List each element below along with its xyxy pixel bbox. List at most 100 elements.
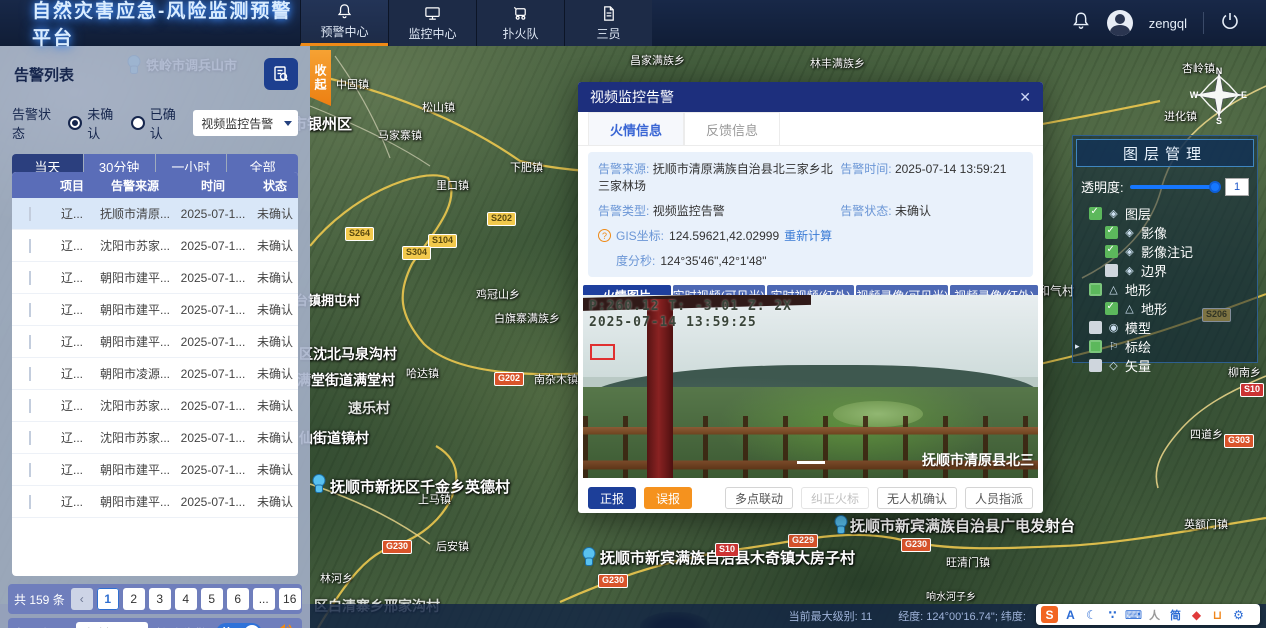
slider-knob[interactable] — [1209, 181, 1221, 193]
radio-unconfirmed-label[interactable]: 未确认 — [87, 104, 125, 142]
prev-page-button[interactable]: ‹ — [71, 588, 93, 610]
layer-node-tuceng[interactable]: ◈ 图层 — [1073, 204, 1257, 223]
punctuation-icon[interactable]: ∵ — [1104, 606, 1121, 623]
notification-bell-button[interactable] — [1071, 11, 1091, 36]
tab-fire-info[interactable]: 火情信息 — [588, 112, 684, 145]
checkbox-indeterminate[interactable] — [1089, 340, 1102, 353]
table-row[interactable]: 辽... 沈阳市苏家... 2025-07-1... 未确认 — [12, 230, 298, 262]
assign-personnel-button[interactable]: 人员指派 — [965, 487, 1033, 509]
checkbox-unchecked[interactable] — [1089, 321, 1102, 334]
table-row[interactable]: 辽... 朝阳市建平... 2025-07-1... 未确认 — [12, 326, 298, 358]
layer-node-shiliang[interactable]: ◇ 矢量 — [1073, 356, 1257, 375]
nav-warning-center[interactable]: 预警中心 — [300, 0, 388, 46]
layer-node-biaohui[interactable]: ▸ ⚐ 标绘 — [1073, 337, 1257, 356]
camera-pin[interactable] — [311, 474, 327, 494]
row-checkbox[interactable] — [29, 431, 31, 445]
dict-icon[interactable]: ◆ — [1188, 606, 1205, 623]
road-badge: S10 — [1240, 383, 1264, 397]
row-checkbox[interactable] — [29, 495, 31, 509]
sogou-logo-icon[interactable]: S — [1041, 606, 1058, 623]
moon-icon[interactable]: ☾ — [1083, 606, 1100, 623]
opacity-slider[interactable] — [1130, 185, 1219, 189]
radio-unconfirmed[interactable] — [68, 116, 82, 130]
letter-a-icon[interactable]: A — [1062, 606, 1079, 623]
recalculate-link[interactable]: 重新计算 — [784, 227, 832, 244]
total-count: 共 159 条 — [14, 591, 65, 608]
opacity-value[interactable]: 1 — [1225, 178, 1249, 196]
layer-node-moxing[interactable]: ◉ 模型 — [1073, 318, 1257, 337]
checkbox-indeterminate[interactable] — [1089, 283, 1102, 296]
camera-pin[interactable] — [833, 515, 849, 535]
nav-three-members[interactable]: 三员 — [564, 0, 652, 46]
page-button-1[interactable]: 1 — [97, 588, 119, 610]
nav-monitor-center[interactable]: 监控中心 — [388, 0, 476, 46]
skin-icon[interactable]: ⊔ — [1209, 606, 1226, 623]
sidebar-collapse-tab[interactable]: 收起 — [310, 50, 331, 106]
checkbox-unchecked[interactable] — [1105, 264, 1118, 277]
page-button-16[interactable]: 16 — [279, 588, 301, 610]
table-row[interactable]: 辽... 朝阳市建平... 2025-07-1... 未确认 — [12, 294, 298, 326]
layer-node-dixing[interactable]: △ 地形 — [1073, 280, 1257, 299]
multi-point-linkage-button[interactable]: 多点联动 — [725, 487, 793, 509]
help-icon[interactable]: ? — [598, 229, 611, 242]
row-checkbox[interactable] — [29, 335, 31, 349]
page-button-5[interactable]: 5 — [201, 588, 223, 610]
checkbox-unchecked[interactable] — [1089, 359, 1102, 372]
close-icon[interactable]: ✕ — [1019, 89, 1031, 106]
true-report-button[interactable]: 正报 — [588, 487, 636, 509]
user-avatar[interactable] — [1107, 10, 1133, 36]
terrain-icon: △ — [1123, 302, 1136, 315]
row-checkbox[interactable] — [29, 271, 31, 285]
tab-feedback-info[interactable]: 反馈信息 — [684, 112, 780, 145]
logout-power-button[interactable] — [1220, 11, 1240, 36]
layer-node-yingxiang-zhuji[interactable]: ◈ 影像注记 — [1073, 242, 1257, 261]
table-row[interactable]: 辽... 朝阳市凌源... 2025-07-1... 未确认 — [12, 358, 298, 390]
row-checkbox[interactable] — [29, 239, 31, 253]
row-checkbox[interactable] — [29, 399, 31, 413]
receive-alarm-toggle[interactable]: Yes — [216, 623, 262, 628]
false-report-button[interactable]: 误报 — [644, 487, 692, 509]
page-button-6[interactable]: 6 — [227, 588, 249, 610]
page-button-2[interactable]: 2 — [123, 588, 145, 610]
compass-control[interactable]: N E S W — [1188, 64, 1250, 131]
checkbox-checked[interactable] — [1089, 207, 1102, 220]
settings-gear-icon[interactable]: ⚙ — [1230, 606, 1247, 623]
table-row[interactable]: 辽... 抚顺市清原... 2025-07-1... 未确认 — [12, 198, 298, 230]
keyboard-icon[interactable]: ⌨ — [1125, 606, 1142, 623]
alarm-type-select[interactable]: 视频监控告警 — [193, 110, 298, 136]
checkbox-checked[interactable] — [1105, 245, 1118, 258]
receive-alarm-label: 接收告警 — [156, 624, 208, 628]
table-row[interactable]: 辽... 朝阳市建平... 2025-07-1... 未确认 — [12, 454, 298, 486]
radio-confirmed-label[interactable]: 已确认 — [150, 104, 188, 142]
alarm-search-button[interactable] — [264, 58, 298, 90]
fire-camera-image[interactable]: P:260.12 T: -3.01 Z: 2X2025-07-14 13:59:… — [583, 295, 1038, 478]
checkbox-checked[interactable] — [1105, 226, 1118, 239]
page-ellipsis[interactable]: ... — [253, 588, 275, 610]
table-row[interactable]: 辽... 朝阳市建平... 2025-07-1... 未确认 — [12, 486, 298, 518]
table-row[interactable]: 辽... 沈阳市苏家... 2025-07-1... 未确认 — [12, 390, 298, 422]
speaker-button[interactable] — [274, 622, 294, 628]
expand-arrow-icon[interactable]: ▸ — [1075, 341, 1080, 352]
camera-pin[interactable] — [581, 547, 597, 567]
table-row[interactable]: 辽... 朝阳市建平... 2025-07-1... 未确认 — [12, 262, 298, 294]
row-checkbox[interactable] — [29, 303, 31, 317]
drone-confirm-button[interactable]: 无人机确认 — [877, 487, 957, 509]
page-button-3[interactable]: 3 — [149, 588, 171, 610]
checkbox-checked[interactable] — [1105, 302, 1118, 315]
batch-mark-select[interactable]: 请选择 — [76, 622, 148, 628]
row-checkbox[interactable] — [29, 463, 31, 477]
nav-fire-brigade[interactable]: 扑火队 — [476, 0, 564, 46]
simplified-chinese-icon[interactable]: 简 — [1167, 606, 1184, 623]
layer-node-yingxiang[interactable]: ◈ 影像 — [1073, 223, 1257, 242]
road-badge: G202 — [494, 372, 524, 386]
row-checkbox[interactable] — [29, 367, 31, 381]
layer-node-dixing-child[interactable]: △ 地形 — [1073, 299, 1257, 318]
layer-node-bianjie[interactable]: ◈ 边界 — [1073, 261, 1257, 280]
page-button-4[interactable]: 4 — [175, 588, 197, 610]
table-row[interactable]: 辽... 沈阳市苏家... 2025-07-1... 未确认 — [12, 422, 298, 454]
row-checkbox[interactable] — [29, 207, 31, 221]
map-label: 下肥镇 — [510, 159, 543, 175]
correct-fire-mark-button[interactable]: 纠正火标 — [801, 487, 869, 509]
user-icon[interactable]: 人 — [1146, 606, 1163, 623]
radio-confirmed[interactable] — [131, 116, 145, 130]
